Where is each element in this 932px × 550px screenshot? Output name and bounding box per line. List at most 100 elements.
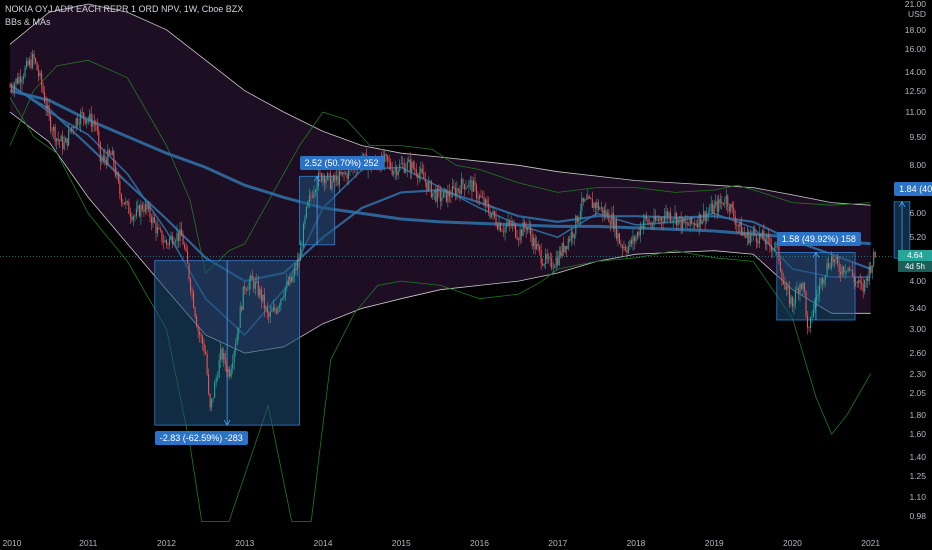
measure-label[interactable]: 1.84 (40.08%) 184: [894, 181, 932, 196]
indicator-label[interactable]: BBs & MAs: [5, 17, 51, 27]
time-axis-tick: 2014: [313, 538, 333, 548]
candle-body: [86, 120, 88, 124]
candle-body: [766, 235, 768, 245]
candle-body: [660, 218, 663, 221]
candle-body: [77, 118, 79, 125]
candle-body: [599, 208, 601, 210]
candle-body: [861, 282, 863, 284]
candle-body: [509, 221, 511, 224]
candle-body: [799, 283, 801, 294]
candle-body: [403, 163, 405, 173]
price-axis-tick: 2.30: [909, 368, 926, 379]
candle-body: [111, 150, 113, 156]
candle-body: [439, 190, 441, 202]
candle-body: [662, 220, 664, 223]
candle-body: [323, 175, 326, 184]
candle-body: [796, 288, 798, 290]
candle-body: [397, 170, 399, 176]
candle-body: [522, 222, 524, 237]
candle-body: [266, 306, 268, 313]
candle-body: [528, 227, 530, 228]
candle-body: [65, 138, 67, 143]
time-axis-tick: 2018: [626, 538, 646, 548]
candle-body: [250, 275, 252, 282]
candle-body: [486, 199, 488, 204]
candle-body: [767, 235, 769, 238]
candle-body: [478, 195, 481, 199]
candle-body: [791, 296, 794, 307]
candle-body: [63, 142, 65, 149]
candle-body: [611, 213, 613, 225]
candle-body: [126, 201, 128, 202]
symbol-title[interactable]: NOKIA OYJ ADR EACH REPR 1 ORD NPV, 1W, C…: [5, 4, 243, 14]
candle-body: [600, 207, 602, 209]
candle-body: [90, 113, 92, 127]
candle-body: [104, 155, 106, 160]
candle-body: [802, 282, 804, 289]
candle-body: [30, 59, 32, 68]
candle-body: [176, 232, 178, 241]
price-axis-tick: 14.00: [904, 66, 926, 77]
candle-body: [651, 225, 654, 227]
candle-body: [202, 336, 204, 345]
candle-body: [698, 214, 700, 228]
candle-body: [751, 233, 753, 236]
time-axis-tick: 2013: [235, 538, 255, 548]
candle-body: [784, 284, 786, 290]
candle-body: [472, 180, 475, 192]
candle-body: [414, 168, 416, 170]
candle-body: [691, 217, 693, 224]
candle-body: [59, 140, 61, 142]
candle-body: [433, 190, 435, 193]
candle-body: [269, 311, 271, 317]
candle-body: [60, 136, 62, 142]
candle-body: [205, 351, 207, 354]
price-chart[interactable]: [0, 0, 932, 550]
candle-body: [703, 211, 705, 221]
candle-body: [391, 168, 393, 175]
candle-body: [51, 130, 53, 132]
candle-body: [430, 181, 432, 198]
candle-body: [9, 86, 11, 88]
candle-body: [515, 224, 517, 237]
candle-body: [463, 184, 465, 190]
candle-body: [54, 126, 56, 142]
candle-body: [248, 281, 250, 290]
measure-label[interactable]: 2.52 (50.70%) 252: [299, 156, 384, 171]
candle-body: [620, 243, 622, 246]
candle-body: [221, 348, 223, 360]
candle-body: [826, 263, 828, 276]
candle-body: [474, 180, 476, 186]
price-axis-tick: 3.00: [909, 324, 926, 335]
candle-body: [93, 121, 95, 124]
candle-body: [468, 181, 470, 188]
candle-body: [700, 214, 702, 225]
candle-body: [396, 168, 398, 176]
candle-body: [856, 281, 858, 283]
candle-body: [536, 243, 538, 250]
candle-body: [608, 212, 610, 223]
measure-label[interactable]: 1.58 (49.92%) 158: [776, 232, 861, 247]
measure-label[interactable]: -2.83 (-62.59%) -283: [154, 431, 248, 446]
candle-body: [147, 205, 149, 210]
candle-body: [332, 175, 335, 181]
candle-body: [650, 222, 652, 227]
candle-body: [283, 295, 285, 299]
candle-body: [141, 204, 143, 210]
candle-body: [454, 187, 456, 196]
candle-body: [62, 136, 64, 149]
candle-body: [623, 246, 625, 249]
candle-body: [829, 267, 831, 269]
candle-body: [304, 217, 306, 224]
candle-body: [513, 223, 515, 225]
candle-body: [280, 299, 282, 306]
candle-body: [295, 268, 297, 271]
candle-body: [671, 220, 673, 221]
candle-body: [238, 327, 240, 335]
candle-body: [629, 240, 631, 247]
candle-body: [412, 161, 414, 169]
candle-body: [296, 259, 298, 271]
candle-body: [596, 202, 598, 209]
candle-body: [615, 219, 617, 239]
candle-body: [493, 211, 496, 217]
